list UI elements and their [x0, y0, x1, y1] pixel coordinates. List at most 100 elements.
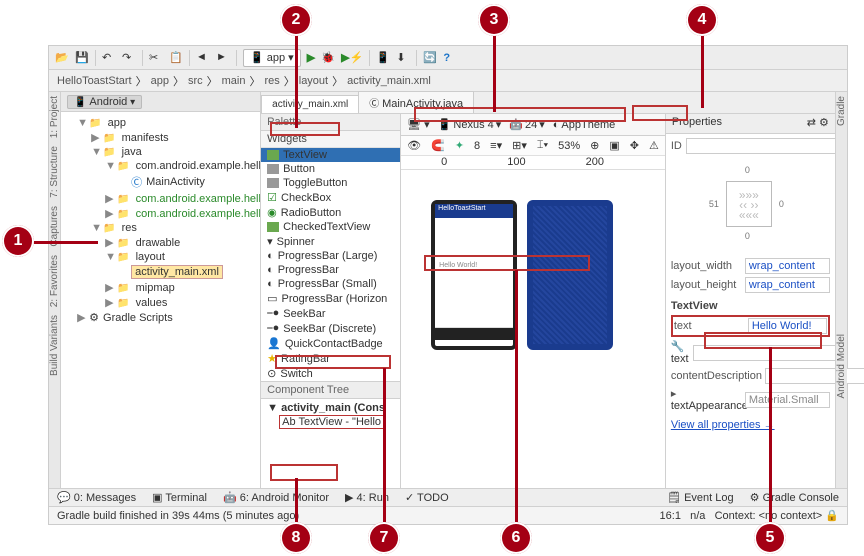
tree-pkg2: ▶com.android.example.hellotoa	[105, 191, 258, 206]
palette-item-togglebutton[interactable]: ToggleButton	[261, 176, 400, 190]
design-canvas[interactable]: HelloToastStart Hello World!	[401, 170, 665, 524]
ta-value[interactable]: Material.Small	[745, 392, 830, 408]
palette-item-textview[interactable]: TextView	[261, 148, 400, 162]
cd-input[interactable]	[765, 368, 864, 384]
pan-icon[interactable]: ✥	[630, 139, 639, 152]
callout-1: 1	[2, 225, 34, 257]
magnet-icon[interactable]: 🧲	[431, 139, 445, 152]
callout-2-line	[295, 36, 298, 128]
palette-item-radiobutton[interactable]: ◉RadioButton	[261, 205, 400, 220]
copy-icon[interactable]: 📋	[169, 51, 183, 65]
tree-mipmap: ▶mipmap	[105, 280, 258, 295]
vtab-favorites[interactable]: 2: Favorites	[49, 251, 60, 311]
project-view-selector[interactable]: 📱 Android ▾	[67, 95, 142, 109]
palette-item-ratingbar[interactable]: ★RatingBar	[261, 351, 400, 366]
save-icon[interactable]: 💾	[75, 51, 89, 65]
btab-eventlog[interactable]: 🗒 Event Log	[667, 491, 734, 504]
vtab-project[interactable]: 1: Project	[49, 92, 60, 142]
vtab-android-model[interactable]: Android Model	[836, 330, 847, 402]
api-selector[interactable]: 🤖24 ▾	[509, 118, 544, 131]
avd-icon[interactable]: 📱	[376, 51, 390, 65]
vtab-structure[interactable]: 7: Structure	[49, 142, 60, 202]
view-all-properties-link[interactable]: View all properties →	[671, 415, 830, 431]
device-preview[interactable]: HelloToastStart Hello World!	[431, 200, 517, 350]
palette-item-pb-horiz[interactable]: ▭ProgressBar (Horizon	[261, 291, 400, 306]
callout-8-line	[295, 478, 298, 524]
undo-icon[interactable]: ↶	[102, 51, 116, 65]
open-icon[interactable]: 📂	[55, 51, 69, 65]
back-icon[interactable]: ◄	[196, 51, 210, 65]
editor-area: activity_main.xml Ⓒ MainActivity.java Pa…	[261, 92, 835, 524]
palette-item-seekbar[interactable]: ⎯●SeekBar	[261, 306, 400, 321]
callout-2: 2	[280, 4, 312, 36]
breadcrumb[interactable]: HelloToastStart〉app〉src〉main〉res〉layout〉…	[49, 70, 847, 91]
fwd-icon[interactable]: ►	[216, 51, 230, 65]
cut-icon[interactable]: ✂	[149, 51, 163, 65]
palette-item-switch[interactable]: ⊙Switch	[261, 366, 400, 381]
layout-width-value[interactable]: wrap_content	[745, 258, 830, 274]
btab-todo[interactable]: ✓ TODO	[405, 491, 449, 504]
guideline-icon[interactable]: ⌶▾	[537, 139, 548, 152]
ide-window: 📂 💾 ↶ ↷ ✂ 📋 ◄ ► 📱 app ▾ ▶ 🐞 ▶⚡ 📱 ⬇ 🔄 ? H…	[48, 45, 848, 525]
palette-item-checkedtextview[interactable]: CheckedTextView	[261, 220, 400, 234]
project-tree[interactable]: ▼app ▶manifests ▼java ▼com.android.examp…	[61, 112, 260, 524]
debug-icon[interactable]: 🐞	[321, 51, 335, 65]
props-expand-icon[interactable]: ⇄ ⚙	[807, 116, 829, 131]
device-selector[interactable]: 📱 Nexus 4 ▾	[438, 118, 502, 131]
breadcrumb-bar: HelloToastStart〉app〉src〉main〉res〉layout〉…	[49, 70, 847, 92]
run-config-selector[interactable]: 📱 app ▾	[243, 49, 301, 67]
prop-id-input[interactable]	[686, 138, 836, 154]
palette-item-button[interactable]: Button	[261, 162, 400, 176]
zoom-in-icon[interactable]: ⊕	[590, 139, 599, 152]
tree-manifests: ▶manifests	[91, 130, 258, 145]
zoom-fit-icon[interactable]: ▣	[609, 139, 619, 152]
align-icon[interactable]: ≡▾	[490, 139, 502, 152]
properties-header: Properties⇄ ⚙	[666, 114, 835, 134]
run-icon[interactable]: ▶	[307, 51, 315, 64]
prop-id-row: ID	[671, 138, 830, 154]
sync-icon[interactable]: 🔄	[423, 51, 437, 65]
file-tab-mainactivity[interactable]: Ⓒ MainActivity.java	[358, 91, 474, 113]
component-tree[interactable]: ▼ activity_main (Cons Ab TextView - "Hel…	[261, 399, 400, 431]
text2-input[interactable]	[693, 345, 843, 361]
pack-icon[interactable]: ⊞▾	[512, 139, 527, 152]
palette-item-pb[interactable]: ◐ProgressBar	[261, 263, 400, 277]
sdk-icon[interactable]: ⬇	[396, 51, 410, 65]
btab-gradle-console[interactable]: ⚙ Gradle Console	[750, 491, 839, 504]
blueprint-preview[interactable]	[527, 200, 613, 350]
palette-category-widgets[interactable]: Widgets	[261, 131, 400, 148]
btab-terminal[interactable]: ▣ Terminal	[152, 491, 207, 504]
apply-icon[interactable]: ▶⚡	[341, 51, 363, 64]
constraint-widget[interactable]: »»»‹‹ ››««« 0 0 51 0	[671, 161, 830, 251]
vtab-gradle[interactable]: Gradle	[836, 92, 847, 130]
palette-item-qcb[interactable]: 👤QuickContactBadge	[261, 336, 400, 351]
callout-5: 5	[754, 522, 786, 554]
btab-messages[interactable]: 💬 0: Messages	[57, 491, 136, 504]
warn-icon[interactable]: ⚠	[649, 139, 659, 152]
palette-item-seekbar-d[interactable]: ⎯●SeekBar (Discrete)	[261, 321, 400, 336]
callout-3-line	[493, 36, 496, 112]
device-textview[interactable]: Hello World!	[439, 262, 477, 269]
editor-body: Palette Widgets TextView Button ToggleBu…	[261, 114, 835, 524]
file-tab-activity-main[interactable]: activity_main.xml	[261, 95, 359, 113]
palette-panel: Palette Widgets TextView Button ToggleBu…	[261, 114, 401, 524]
help-icon[interactable]: ?	[443, 52, 450, 64]
star-icon[interactable]: ✦	[455, 139, 464, 152]
component-tree-textview: Ab TextView - "Hello	[265, 415, 396, 429]
palette-item-pb-small[interactable]: ◐ProgressBar (Small)	[261, 277, 400, 291]
status-caret-pos: 16:1	[660, 510, 681, 522]
redo-icon[interactable]: ↷	[122, 51, 136, 65]
palette-item-checkbox[interactable]: ☑CheckBox	[261, 190, 400, 205]
margin-label: 8	[474, 140, 480, 152]
text-value[interactable]: Hello World!	[748, 318, 827, 334]
status-bar: Gradle build finished in 39s 44ms (5 min…	[49, 506, 847, 524]
tree-pkg3: ▶com.android.example.hellotoa	[105, 206, 258, 221]
orientation-icon[interactable]: 🖥 ▾	[407, 118, 430, 131]
palette-item-pb-large[interactable]: ◐ProgressBar (Large)	[261, 249, 400, 263]
btab-android-monitor[interactable]: 🤖 6: Android Monitor	[223, 491, 329, 504]
theme-selector[interactable]: ◐ AppTheme	[553, 119, 615, 131]
eye-icon[interactable]: 👁	[407, 139, 421, 152]
palette-item-spinner[interactable]: ▾Spinner	[261, 234, 400, 249]
vtab-buildvariants[interactable]: Build Variants	[49, 311, 60, 380]
layout-height-value[interactable]: wrap_content	[745, 277, 830, 293]
